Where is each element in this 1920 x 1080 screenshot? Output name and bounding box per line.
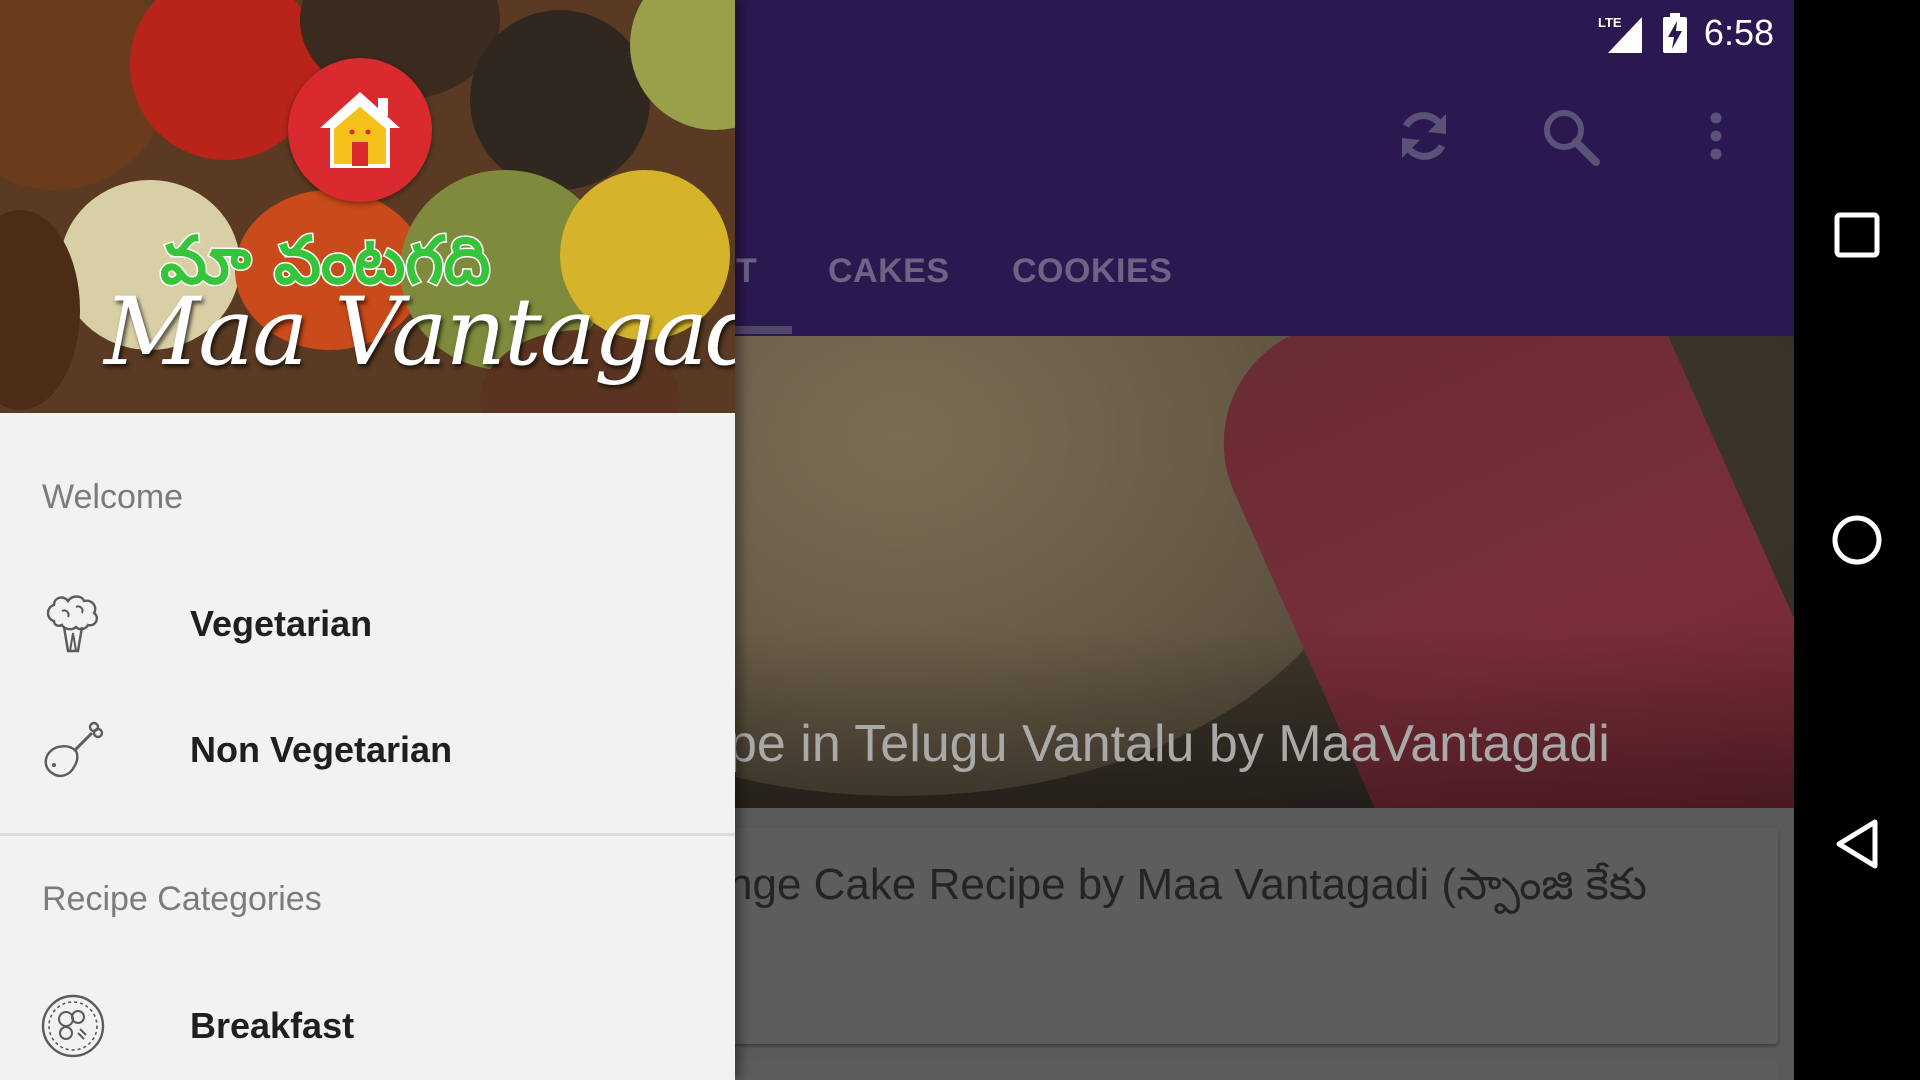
more-vert-icon bbox=[1710, 112, 1722, 160]
recipe-card-title: nge Cake Recipe by Maa Vantagadi (స్పాంజ… bbox=[728, 860, 1647, 909]
search-button[interactable] bbox=[1532, 98, 1608, 174]
search-icon bbox=[1544, 110, 1600, 166]
recipe-card-next[interactable] bbox=[636, 1060, 1778, 1080]
more-options-button[interactable] bbox=[1678, 98, 1754, 174]
section-title-recipe-categories: Recipe Categories bbox=[42, 880, 322, 918]
drawer-item-label: Breakfast bbox=[190, 1005, 355, 1046]
broccoli-icon bbox=[40, 591, 106, 657]
back-button[interactable] bbox=[1825, 812, 1889, 876]
tab-cookies[interactable]: COOKIES bbox=[1012, 252, 1172, 291]
recents-button[interactable] bbox=[1825, 203, 1889, 267]
battery-charging-icon bbox=[1662, 13, 1687, 53]
home-icon bbox=[320, 92, 400, 168]
drawer-item-label: Vegetarian bbox=[190, 603, 373, 644]
toolbar-actions bbox=[1386, 98, 1754, 174]
refresh-button[interactable] bbox=[1386, 98, 1462, 174]
home-button[interactable] bbox=[1825, 508, 1889, 572]
drumstick-icon bbox=[40, 717, 106, 783]
logo-english-text: Maa Vantagadi bbox=[104, 278, 735, 387]
drawer-header: మా వంటగది Maa Vantagadi bbox=[0, 0, 735, 413]
hero-title: pe in Telugu Vantalu by MaaVantagadi bbox=[728, 715, 1610, 773]
recents-icon bbox=[1834, 212, 1880, 258]
drawer-item-vegetarian[interactable]: Vegetarian bbox=[0, 564, 735, 684]
recipe-card[interactable]: nge Cake Recipe by Maa Vantagadi (స్పాంజ… bbox=[636, 828, 1778, 1044]
logo-badge bbox=[288, 58, 432, 202]
tab-partial[interactable]: T bbox=[736, 252, 757, 291]
plate-icon bbox=[40, 993, 106, 1059]
navigation-drawer: మా వంటగది Maa Vantagadi Welcome Vegetari… bbox=[0, 0, 735, 1080]
system-nav-bar bbox=[1794, 0, 1920, 1080]
drawer-divider bbox=[0, 833, 735, 836]
lte-label: LTE bbox=[1598, 15, 1622, 30]
lte-signal-icon: LTE bbox=[1598, 15, 1642, 53]
drawer-item-label: Non Vegetarian bbox=[190, 729, 453, 770]
back-icon bbox=[1836, 819, 1878, 869]
refresh-icon bbox=[1402, 112, 1446, 160]
section-title-welcome: Welcome bbox=[42, 478, 184, 516]
drawer-item-breakfast[interactable]: Breakfast bbox=[0, 966, 735, 1080]
status-time: 6:58 bbox=[1703, 12, 1774, 53]
drawer-item-non-vegetarian[interactable]: Non Vegetarian bbox=[0, 690, 735, 810]
tab-cakes[interactable]: CAKES bbox=[828, 252, 950, 291]
home-circle-icon bbox=[1832, 515, 1882, 565]
